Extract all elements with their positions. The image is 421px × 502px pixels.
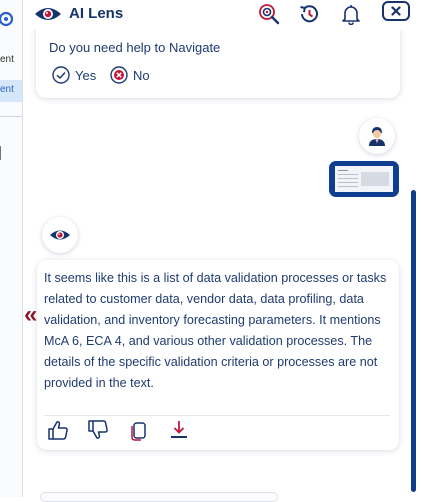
check-circle-icon bbox=[52, 66, 70, 84]
copy-icon[interactable] bbox=[128, 419, 150, 441]
user-avatar-icon bbox=[369, 127, 385, 146]
panel-border bbox=[22, 0, 23, 497]
collapse-panel-chevron-icon[interactable]: « bbox=[24, 303, 37, 327]
close-icon bbox=[391, 6, 401, 16]
bell-icon[interactable] bbox=[340, 3, 362, 25]
ai-response-card: It seems like this is a list of data val… bbox=[37, 260, 399, 450]
app-title: AI Lens bbox=[69, 5, 124, 22]
download-icon[interactable] bbox=[168, 419, 190, 441]
panel-header: AI Lens bbox=[23, 0, 421, 30]
yes-button[interactable]: Yes bbox=[52, 65, 96, 85]
no-button[interactable]: No bbox=[110, 65, 150, 85]
ai-response-text: It seems like this is a list of data val… bbox=[44, 271, 387, 390]
prompt-question: Do you need help to Navigate bbox=[49, 40, 221, 55]
ai-avatar bbox=[42, 217, 78, 253]
thumbs-down-icon[interactable] bbox=[87, 419, 109, 441]
gear-icon bbox=[0, 11, 14, 27]
background-app-strip: ent ent bbox=[0, 0, 22, 497]
close-button[interactable] bbox=[382, 1, 410, 21]
no-label: No bbox=[133, 67, 150, 83]
thumbs-up-icon[interactable] bbox=[47, 419, 69, 441]
screenshot-thumbnail[interactable] bbox=[329, 161, 399, 197]
cancel-circle-icon bbox=[110, 66, 128, 84]
yes-label: Yes bbox=[75, 67, 97, 83]
screenshot-preview bbox=[335, 166, 393, 192]
divider bbox=[0, 116, 22, 117]
ai-lens-eye-icon bbox=[50, 230, 70, 240]
divider bbox=[44, 415, 390, 416]
ai-lens-logo-icon bbox=[35, 8, 61, 20]
scrollbar-thumb[interactable] bbox=[411, 190, 416, 492]
history-icon[interactable] bbox=[298, 3, 320, 25]
lens-search-icon[interactable] bbox=[258, 3, 280, 25]
divider bbox=[0, 146, 1, 160]
background-app-tab-label: ent bbox=[0, 84, 14, 95]
navigation-prompt-card: Do you need help to Navigate Yes No bbox=[36, 18, 400, 98]
message-input[interactable] bbox=[40, 492, 278, 502]
user-avatar bbox=[359, 118, 395, 154]
background-app-label: ent bbox=[0, 54, 14, 65]
